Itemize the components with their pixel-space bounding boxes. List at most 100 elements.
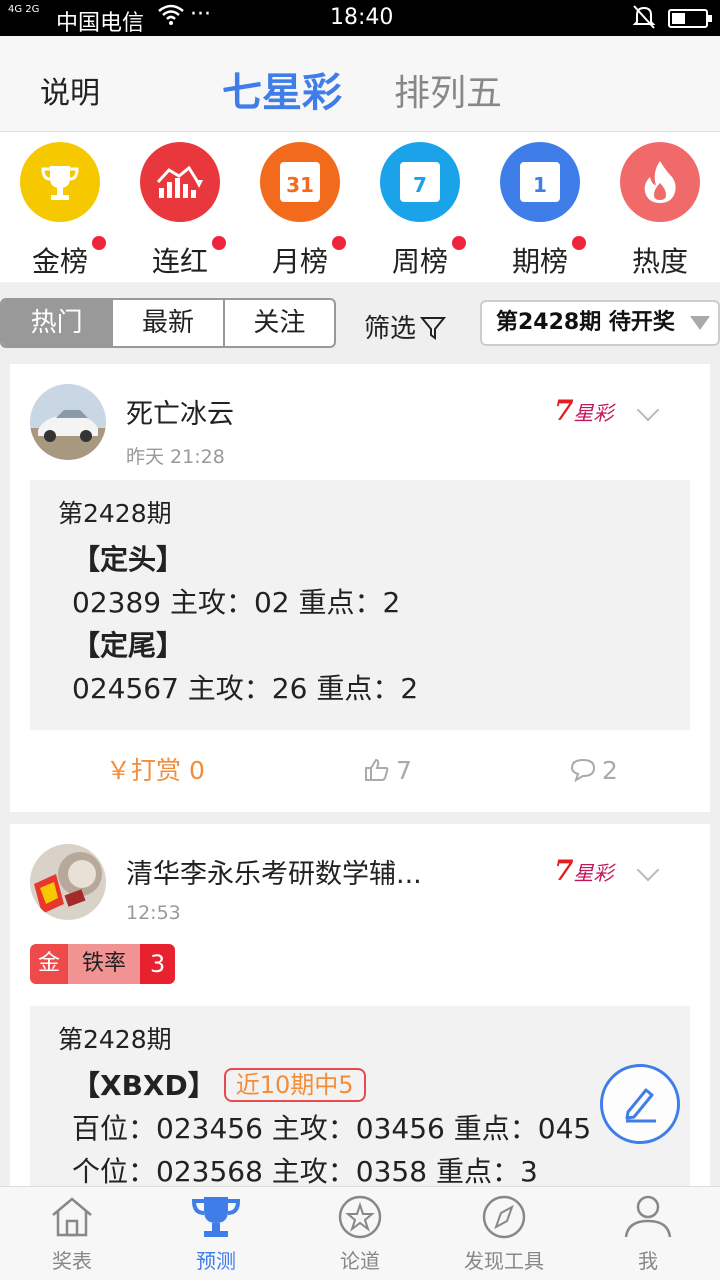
pencil-icon <box>625 1088 656 1123</box>
prediction-line: 02389 主攻：02 重点：2 <box>72 586 401 619</box>
username[interactable]: 清华李永乐考研数学辅... <box>126 852 422 891</box>
prediction-line: 百位：023456 主攻：03456 重点：045 <box>72 1112 592 1145</box>
rank-month[interactable]: 31 月榜 <box>250 142 350 280</box>
funnel-icon <box>419 317 447 340</box>
comment-button[interactable]: 2 <box>570 736 618 806</box>
rank-badge: 金 铁率 3 <box>30 944 176 984</box>
period-label: 第2428期 <box>58 499 172 528</box>
notify-dot <box>572 236 586 250</box>
calendar-day: 1 <box>533 173 547 197</box>
flame-icon <box>620 142 700 222</box>
chevron-down-icon[interactable] <box>636 398 660 422</box>
rank-hot[interactable]: 热度 <box>610 142 710 280</box>
compose-button[interactable] <box>600 1064 680 1144</box>
filter-button[interactable]: 筛选 <box>364 308 447 345</box>
nav-me-label: 我 <box>638 1249 658 1273</box>
nav-predict[interactable]: 预测 <box>156 1195 276 1274</box>
nav-discuss[interactable]: 论道 <box>300 1195 420 1274</box>
badge-gold: 金 <box>30 944 69 984</box>
post-time: 12:53 <box>126 902 181 924</box>
prediction-content[interactable]: 第2428期 【XBXD】 近10期中5 百位：023456 主攻：03456 重… <box>30 1006 690 1188</box>
nav-discover-tools[interactable]: 发现工具 <box>444 1195 564 1274</box>
badge-title: 铁率 <box>68 944 141 984</box>
compass-icon <box>482 1195 526 1239</box>
lottery-logo: 7星彩 <box>554 394 614 427</box>
notify-dot <box>452 236 466 250</box>
star-icon <box>338 1195 382 1239</box>
calendar-icon: 31 <box>260 142 340 222</box>
thumbs-up-icon <box>365 758 389 781</box>
issue-dropdown[interactable]: 第2428期 待开奖 <box>480 300 720 346</box>
sort-segmented-control: 热门 最新 关注 <box>0 298 336 348</box>
carrier-name: 中国电信 <box>56 11 145 36</box>
lottery-logo: 7星彩 <box>554 854 614 887</box>
post-card[interactable]: 死亡冰云 昨天 21:28 7星彩 第2428期 【定头】 02389 主攻：0… <box>10 364 710 812</box>
nav-prize-table-label: 奖表 <box>52 1249 92 1273</box>
rank-streak-label: 连红 <box>151 245 208 278</box>
section-title: 【定头】 <box>72 543 185 576</box>
prediction-line: 024567 主攻：26 重点：2 <box>72 672 419 705</box>
bottom-navigation: 奖表 预测 论道 发现工具 我 <box>0 1186 720 1280</box>
mute-bell-icon <box>632 4 656 36</box>
tip-button[interactable]: ￥打赏 0 <box>106 736 205 806</box>
rank-shortcuts: 金榜 连红 31 月榜 7 周榜 1 期榜 热度 <box>0 132 720 282</box>
nav-prize-table[interactable]: 奖表 <box>12 1195 132 1274</box>
trophy-icon <box>191 1197 241 1237</box>
notify-dot <box>332 236 346 250</box>
nav-predict-label: 预测 <box>196 1249 236 1273</box>
status-bar: 4G 2G 中国电信 ··· 18:40 <box>0 0 720 36</box>
rank-period[interactable]: 1 期榜 <box>490 142 590 280</box>
calendar-icon: 7 <box>380 142 460 222</box>
section-title: 【XBXD】 <box>72 1069 216 1102</box>
tab-qixingcai[interactable]: 七星彩 <box>222 60 342 118</box>
hit-rate-tag: 近10期中5 <box>223 1068 366 1102</box>
nav-discover-tools-label: 发现工具 <box>464 1249 544 1273</box>
rank-gold[interactable]: 金榜 <box>10 142 110 280</box>
rank-week-label: 周榜 <box>391 245 448 278</box>
notify-dot <box>92 236 106 250</box>
signal-indicator: 4G 2G <box>8 4 40 15</box>
avatar[interactable] <box>30 844 106 920</box>
person-icon <box>624 1195 672 1238</box>
rank-week[interactable]: 7 周榜 <box>370 142 470 280</box>
trend-chart-icon <box>140 142 220 222</box>
nav-me[interactable]: 我 <box>588 1195 708 1274</box>
segment-latest[interactable]: 最新 <box>113 300 225 346</box>
dropdown-arrow-icon <box>690 316 710 330</box>
more-status-icon: ··· <box>190 2 211 27</box>
rank-streak[interactable]: 连红 <box>130 142 230 280</box>
tab-pailiewu[interactable]: 排列五 <box>394 64 502 116</box>
section-title-row: 【XBXD】 近10期中5 <box>58 1064 690 1107</box>
explain-link[interactable]: 说明 <box>40 68 100 112</box>
filter-bar: 热门 最新 关注 筛选 第2428期 待开奖 <box>0 282 720 362</box>
like-count: 7 <box>396 756 412 785</box>
home-icon <box>52 1197 92 1237</box>
trophy-icon <box>20 142 100 222</box>
like-button[interactable]: 7 <box>364 736 412 806</box>
rank-gold-label: 金榜 <box>31 245 88 278</box>
issue-dropdown-value: 第2428期 待开奖 <box>496 310 675 335</box>
rank-hot-label: 热度 <box>631 245 688 278</box>
clock: 18:40 <box>330 5 394 30</box>
filter-label: 筛选 <box>364 314 417 344</box>
section-title: 【定尾】 <box>72 629 185 662</box>
calendar-day: 31 <box>286 173 314 197</box>
post-card[interactable]: 清华李永乐考研数学辅... 12:53 7星彩 金 铁率 3 第2428期 【X… <box>10 824 710 1188</box>
rank-period-label: 期榜 <box>511 245 568 278</box>
prediction-content[interactable]: 第2428期 【定头】 02389 主攻：02 重点：2 【定尾】 024567… <box>30 480 690 730</box>
username[interactable]: 死亡冰云 <box>126 392 234 431</box>
period-label: 第2428期 <box>58 1025 172 1054</box>
notify-dot <box>212 236 226 250</box>
chevron-down-icon[interactable] <box>636 858 660 882</box>
comment-icon <box>570 758 596 783</box>
nav-discuss-label: 论道 <box>340 1249 380 1273</box>
comment-count: 2 <box>602 756 618 785</box>
post-time: 昨天 21:28 <box>126 446 225 468</box>
calendar-icon: 1 <box>500 142 580 222</box>
battery-icon <box>668 9 712 28</box>
badge-count: 3 <box>140 944 176 984</box>
segment-hot[interactable]: 热门 <box>2 300 114 346</box>
rank-month-label: 月榜 <box>271 245 328 278</box>
avatar[interactable] <box>30 384 106 460</box>
segment-follow[interactable]: 关注 <box>225 300 334 346</box>
